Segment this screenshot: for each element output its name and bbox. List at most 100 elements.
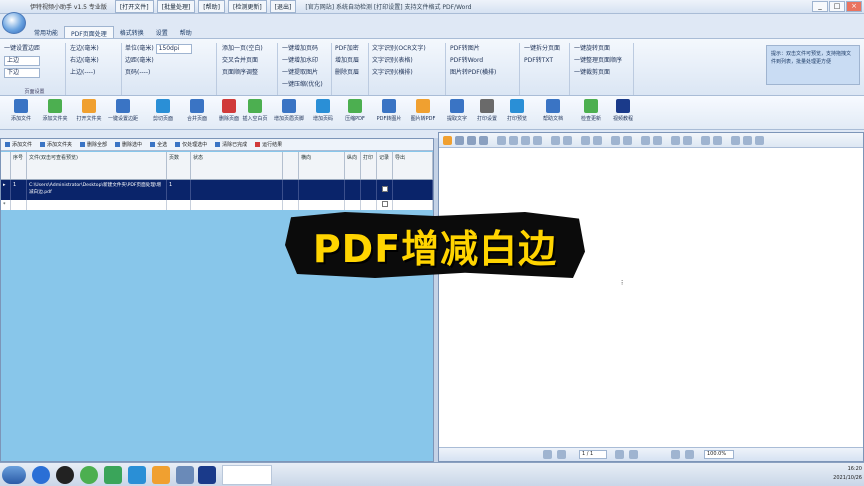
toolbar-button-9[interactable]: 增加页码 bbox=[306, 99, 340, 127]
open-icon[interactable] bbox=[443, 136, 452, 145]
ie-icon[interactable] bbox=[128, 466, 146, 484]
save-icon[interactable] bbox=[455, 136, 464, 145]
ribbon-item[interactable]: 删除页眉 bbox=[335, 67, 368, 79]
ribbon-item[interactable]: 图片转PDF(横排) bbox=[450, 67, 519, 79]
list-delete-selected[interactable]: 删除选中 bbox=[115, 141, 142, 148]
single-page-icon[interactable] bbox=[701, 136, 710, 145]
toolbar-button-4[interactable]: 剪切页面 bbox=[146, 99, 180, 127]
toolbar-button-5[interactable]: 合并页面 bbox=[180, 99, 214, 127]
qq-icon[interactable] bbox=[56, 466, 74, 484]
col-header-status[interactable]: 状态 bbox=[191, 152, 283, 179]
ribbon-item[interactable]: PDF转图片 bbox=[450, 43, 519, 55]
last-page-icon[interactable] bbox=[533, 136, 542, 145]
app-icon[interactable] bbox=[176, 466, 194, 484]
toolbar-button-3[interactable]: 一键设置边距 bbox=[106, 99, 140, 127]
list-delete-all[interactable]: 删除全部 bbox=[80, 141, 107, 148]
ribbon-item[interactable]: 一键裁剪页面 bbox=[574, 67, 633, 79]
table-row-new[interactable]: * bbox=[1, 200, 433, 210]
menu-help[interactable]: [帮助] bbox=[198, 0, 225, 13]
app-menu-orb-icon[interactable] bbox=[2, 12, 26, 34]
toolbar-button-16[interactable]: 帮助文档 bbox=[536, 99, 570, 127]
menu-update[interactable]: [检测更新] bbox=[227, 0, 267, 13]
ribbon-item[interactable]: 上边(----) bbox=[70, 67, 121, 79]
start-button[interactable] bbox=[2, 466, 26, 484]
col-header-landscape[interactable]: 横向 bbox=[299, 152, 345, 179]
print-icon[interactable] bbox=[467, 136, 476, 145]
list-clear-done[interactable]: 清除已完成 bbox=[215, 141, 247, 148]
security-icon[interactable] bbox=[80, 466, 98, 484]
ribbon-item[interactable]: 一键压缩(优化) bbox=[282, 79, 331, 91]
taskbar-window-thumb[interactable] bbox=[222, 465, 272, 485]
fit-page-icon[interactable] bbox=[641, 136, 650, 145]
rotate-right-icon[interactable] bbox=[683, 136, 692, 145]
hand-tool-icon[interactable] bbox=[581, 136, 590, 145]
toolbar-button-12[interactable]: 图片转PDF bbox=[406, 99, 440, 127]
status-prev-icon[interactable] bbox=[557, 450, 566, 459]
list-select-all[interactable]: 全选 bbox=[150, 141, 167, 148]
minimize-button[interactable]: _ bbox=[812, 1, 828, 12]
col-header-print[interactable]: 打印 bbox=[361, 152, 377, 179]
ribbon-item[interactable]: PDF转TXT bbox=[524, 55, 569, 67]
list-add-folder[interactable]: 添加文件夹 bbox=[40, 141, 72, 148]
page-number-input[interactable]: 1 / 1 bbox=[579, 450, 607, 459]
toolbar-button-2[interactable]: 打开文件夹 bbox=[72, 99, 106, 127]
ribbon-item[interactable]: 一键整理页面顺序 bbox=[574, 55, 633, 67]
toolbar-button-1[interactable]: 添加文件夹 bbox=[38, 99, 72, 127]
prev-page-icon[interactable] bbox=[509, 136, 518, 145]
status-zoom-out-icon[interactable] bbox=[671, 450, 680, 459]
first-page-icon[interactable] bbox=[497, 136, 506, 145]
fit-width-icon[interactable] bbox=[653, 136, 662, 145]
dpi-select[interactable]: 150dpi bbox=[155, 44, 192, 54]
status-next-icon[interactable] bbox=[615, 450, 624, 459]
close-button[interactable]: × bbox=[846, 1, 862, 12]
ribbon-item[interactable]: 一键增加页码 bbox=[282, 43, 331, 55]
two-page-icon[interactable] bbox=[713, 136, 722, 145]
ribbon-item[interactable]: 左边(毫米) bbox=[70, 43, 121, 55]
forward-icon[interactable] bbox=[563, 136, 572, 145]
ribbon-item[interactable]: 右边(毫米) bbox=[70, 55, 121, 67]
ribbon-item[interactable]: 边距(毫米) bbox=[125, 55, 216, 67]
ribbon-item[interactable]: 一键设置边距 bbox=[4, 43, 65, 55]
wechat-icon[interactable] bbox=[104, 466, 122, 484]
zoom-out-icon[interactable] bbox=[623, 136, 632, 145]
ribbon-item[interactable]: 添加一页(空白) bbox=[222, 43, 277, 55]
ribbon-item[interactable]: 文字识别(横排) bbox=[372, 67, 445, 79]
status-last-icon[interactable] bbox=[629, 450, 638, 459]
toolbar-button-13[interactable]: 提取文字 bbox=[440, 99, 474, 127]
browser-icon[interactable] bbox=[32, 466, 50, 484]
col-header-file[interactable]: 文件(双击可查看预览) bbox=[27, 152, 167, 179]
menu-batch[interactable]: [批量处理] bbox=[156, 0, 196, 13]
ribbon-item[interactable]: PDF转Word bbox=[450, 55, 519, 67]
toolbar-button-7[interactable]: 插入空白页 bbox=[238, 99, 272, 127]
toolbar-button-15[interactable]: 打印预览 bbox=[500, 99, 534, 127]
bookmark-icon[interactable] bbox=[743, 136, 752, 145]
col-header-export[interactable]: 导出 bbox=[393, 152, 433, 179]
col-header-record[interactable]: 记录 bbox=[377, 152, 393, 179]
menu-exit[interactable]: [退出] bbox=[269, 0, 297, 13]
rotate-left-icon[interactable] bbox=[671, 136, 680, 145]
list-add-file[interactable]: 添加文件 bbox=[5, 141, 32, 148]
status-first-icon[interactable] bbox=[543, 450, 552, 459]
table-row[interactable]: ▸ 1 C:\Users\Administrator\Desktop\新建文件夹… bbox=[1, 180, 433, 200]
ribbon-item[interactable]: 文字识别(表格) bbox=[372, 55, 445, 67]
ribbon-item[interactable]: 增加页眉 bbox=[335, 55, 368, 67]
menu-open[interactable]: [打开文件] bbox=[114, 0, 154, 13]
pdf-tool-taskbar-icon[interactable] bbox=[198, 466, 216, 484]
toolbar-button-14[interactable]: 打印设置 bbox=[470, 99, 504, 127]
toolbar-button-17[interactable]: 检查更新 bbox=[574, 99, 608, 127]
ribbon-item[interactable]: 页码(----) bbox=[125, 67, 216, 79]
folder-icon[interactable] bbox=[152, 466, 170, 484]
maximize-button[interactable]: □ bbox=[829, 1, 845, 12]
properties-icon[interactable] bbox=[755, 136, 764, 145]
ribbon-item[interactable]: 一键拆分页面 bbox=[524, 43, 569, 55]
select-tool-icon[interactable] bbox=[593, 136, 602, 145]
ribbon-item[interactable]: 一键增加水印 bbox=[282, 55, 331, 67]
ribbon-item[interactable]: 单位(毫米) bbox=[125, 45, 154, 52]
ribbon-item[interactable]: 页面顺序调整 bbox=[222, 67, 277, 79]
zoom-in-icon[interactable] bbox=[611, 136, 620, 145]
top-margin-select[interactable]: 上边 bbox=[4, 56, 40, 66]
toolbar-button-0[interactable]: 添加文件 bbox=[4, 99, 38, 127]
ribbon-item[interactable]: 一键提取图片 bbox=[282, 67, 331, 79]
find-icon[interactable] bbox=[479, 136, 488, 145]
toolbar-button-8[interactable]: 增加页眉页脚 bbox=[272, 99, 306, 127]
